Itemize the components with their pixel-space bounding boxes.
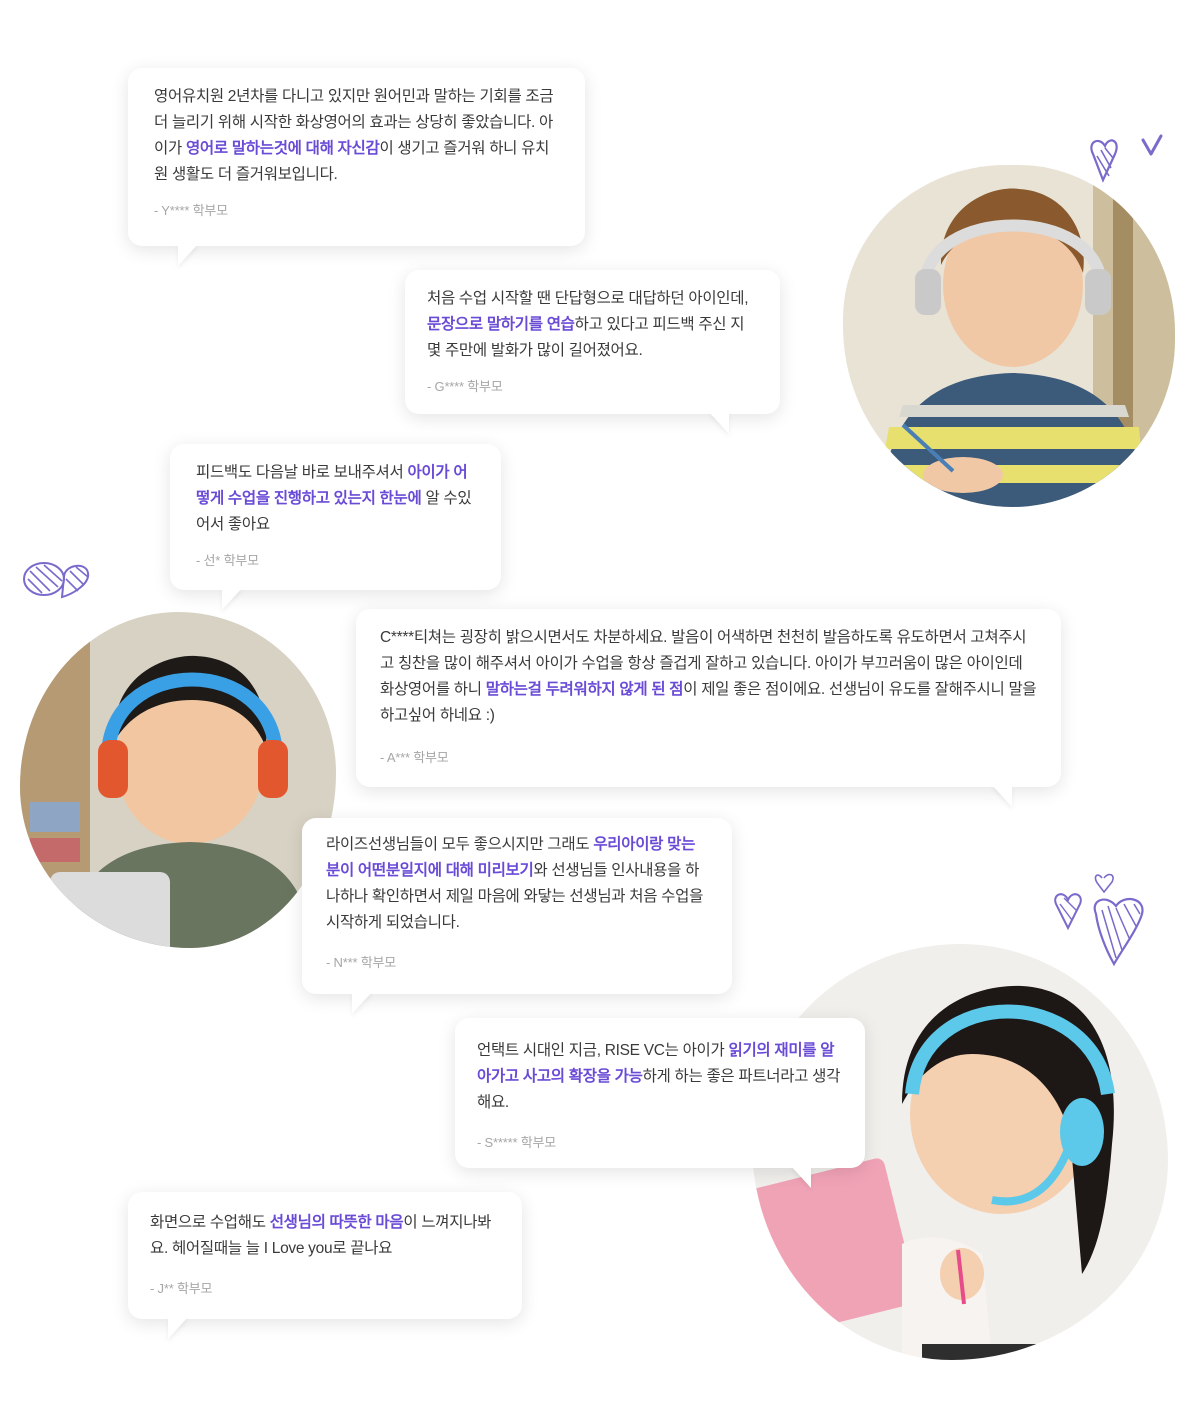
testimonial-text-segment: 피드백도 다음날 바로 보내주셔서 xyxy=(196,464,408,481)
testimonial-bubble-5: 라이즈선생님들이 모두 좋으시지만 그래도 우리아이랑 맞는분이 어떤분일지에 … xyxy=(302,818,732,1014)
child-photo-boy-headphones xyxy=(843,165,1175,507)
heart-doodle-icon xyxy=(1054,873,1144,967)
testimonial-text-segment: 처음 수업 시작할 땐 단답형으로 대답하던 아이인데, xyxy=(427,290,749,307)
heart-doodle-icon xyxy=(23,562,90,599)
testimonial-author-4: - A*** 학부모 xyxy=(380,750,449,765)
testimonial-highlight: 문장으로 말하기를 연습 xyxy=(427,316,575,333)
testimonial-highlight: 선생님의 따뜻한 마음 xyxy=(269,1214,404,1231)
testimonial-highlight: 말하는걸 두려워하지 않게 된 점 xyxy=(485,681,684,698)
testimonial-text-segment: 라이즈선생님들이 모두 좋으시지만 그래도 xyxy=(326,836,594,853)
child-photo-boy-blue-headphones xyxy=(20,612,336,948)
testimonial-author-1: - Y**** 학부모 xyxy=(154,203,228,218)
testimonial-text-4: C****티쳐는 굉장히 밝으시면서도 차분하세요. 발음이 어색하면 천천히 … xyxy=(380,625,1037,729)
testimonial-bubble-2: 처음 수업 시작할 땐 단답형으로 대답하던 아이인데, 문장으로 말하기를 연… xyxy=(405,270,780,434)
testimonial-bubble-1: 영어유치원 2년차를 다니고 있지만 원어민과 말하는 기회를 조금 더 늘리기… xyxy=(128,68,585,266)
testimonial-text-segment: 언택트 시대인 지금, RISE VC는 아이가 xyxy=(477,1042,729,1059)
testimonial-bubble-7: 화면으로 수업해도 선생님의 따뜻한 마음이 느껴지나봐요. 헤어질때늘 늘 I… xyxy=(128,1192,522,1339)
testimonial-text-1: 영어유치원 2년차를 다니고 있지만 원어민과 말하는 기회를 조금 더 늘리기… xyxy=(154,84,559,188)
testimonial-bubble-3: 피드백도 다음날 바로 보내주셔서 아이가 어떻게 수업을 진행하고 있는지 한… xyxy=(170,444,501,610)
testimonial-author-5: - N*** 학부모 xyxy=(326,955,396,970)
testimonial-author-7: - J** 학부모 xyxy=(150,1281,213,1296)
testimonial-bubble-4: C****티쳐는 굉장히 밝으시면서도 차분하세요. 발음이 어색하면 천천히 … xyxy=(356,609,1061,807)
testimonial-text-3: 피드백도 다음날 바로 보내주셔서 아이가 어떻게 수업을 진행하고 있는지 한… xyxy=(196,460,475,538)
testimonial-author-3: - 선* 학부모 xyxy=(196,553,259,568)
testimonial-bubble-6: 언택트 시대인 지금, RISE VC는 아이가 읽기의 재미를 알아가고 사고… xyxy=(455,1018,865,1188)
testimonial-author-2: - G**** 학부모 xyxy=(427,379,503,394)
testimonial-text-segment: 화면으로 수업해도 xyxy=(150,1214,270,1231)
testimonial-author-6: - S***** 학부모 xyxy=(477,1135,556,1150)
testimonial-highlight: 영어로 말하는것에 대해 자신감 xyxy=(185,140,380,157)
testimonial-text-2: 처음 수업 시작할 땐 단답형으로 대답하던 아이인데, 문장으로 말하기를 연… xyxy=(427,286,758,364)
testimonial-text-7: 화면으로 수업해도 선생님의 따뜻한 마음이 느껴지나봐요. 헤어질때늘 늘 I… xyxy=(150,1210,500,1262)
testimonial-text-6: 언택트 시대인 지금, RISE VC는 아이가 읽기의 재미를 알아가고 사고… xyxy=(477,1038,843,1116)
testimonial-text-5: 라이즈선생님들이 모두 좋으시지만 그래도 우리아이랑 맞는분이 어떤분일지에 … xyxy=(326,832,708,936)
